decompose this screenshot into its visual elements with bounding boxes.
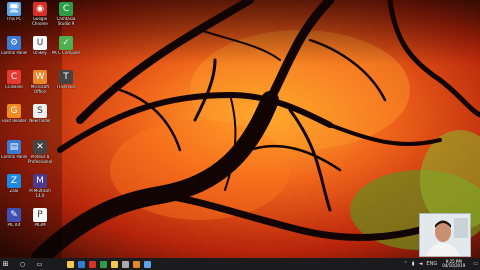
edge-icon [78, 260, 85, 268]
taskbar-app[interactable] [87, 258, 98, 270]
desktop-icon[interactable]: ▤ Control Panel [1, 140, 27, 170]
volume-icon[interactable]: ◄ [419, 261, 423, 267]
this-pc-icon: 🖥 [7, 2, 21, 16]
network-icon[interactable]: ▮ [412, 261, 415, 267]
tfservice-icon: T [59, 70, 73, 84]
person-icon [420, 214, 470, 256]
camtasia-icon: C [59, 2, 73, 16]
desktop-icon[interactable]: 🖥 This PC [1, 2, 27, 32]
taskbar-app[interactable] [131, 258, 142, 270]
multisim-icon: M [33, 174, 47, 188]
desktop-icon[interactable]: ✕ Proteus 8 Professional [27, 140, 53, 170]
taskbar-app[interactable] [98, 258, 109, 270]
desktop-icon[interactable]: ✓ PK C Compiler [51, 36, 81, 66]
notification-icon[interactable]: ▭ [473, 261, 478, 267]
chevron-up-icon[interactable]: ⌃ [404, 261, 408, 267]
unikey-icon: U [33, 36, 47, 50]
clock-date: 04/10/2019 [442, 263, 466, 268]
desktop-icon-label: TFService [56, 85, 76, 89]
zalo-icon: Z [7, 174, 21, 188]
desktop-icon[interactable]: G Foxit Reader [1, 104, 27, 134]
desktop-icon-label: Camtasia Studio 9 [56, 17, 76, 26]
taskbar-apps [65, 258, 153, 270]
pickit-icon: ✎ [7, 208, 21, 222]
desktop-icon[interactable]: C Camtasia Studio 9 [53, 2, 79, 32]
desktop-icons: 🖥 This PC ◉ Google Chrome C Camtasia Studio 9… [0, 0, 80, 258]
desktop-icon[interactable]: ◉ Google Chrome [27, 2, 53, 32]
webcam-overlay [419, 213, 471, 257]
desktop-icon-label: New folder [29, 119, 51, 123]
desktop-icon-label: M Multisim 14.0 [29, 189, 51, 198]
desktop-icon[interactable]: S New folder [27, 104, 53, 134]
desktop-icon[interactable]: C CCleaner [1, 70, 27, 100]
start-button[interactable]: ⊞ [0, 258, 11, 270]
desktop-icon[interactable]: Z Zalo [1, 174, 27, 204]
search-button[interactable]: ○ [17, 258, 28, 270]
taskbar: ⊞ ○ ▭ ⌃ ▮ ◄ ENG 9:25 PM 04/10/2019 ▭ [0, 258, 480, 270]
desktop-icon[interactable]: P PK3M [27, 208, 53, 238]
pk-c-compiler-icon: ✓ [59, 36, 73, 50]
taskbar-app[interactable] [142, 258, 153, 270]
office-icon: W [33, 70, 47, 84]
control-panel-icon: ⚙ [7, 36, 21, 50]
desktop-icon-label: PK3M [34, 223, 46, 227]
desktop-icon[interactable]: ⚙ Control Panel [1, 36, 27, 66]
explorer-icon [122, 260, 129, 268]
ccleaner-icon: C [7, 70, 21, 84]
chrome-icon: ◉ [33, 2, 47, 16]
new-folder-icon: S [33, 104, 47, 118]
file-explorer-icon [67, 260, 74, 268]
taskbar-app[interactable] [109, 258, 120, 270]
desktop-icon[interactable]: ✎ PIC Kit [1, 208, 27, 238]
clock[interactable]: 9:25 PM 04/10/2019 [442, 259, 466, 269]
task-view-button[interactable]: ▭ [34, 258, 45, 270]
desktop-icon-label: Proteus 8 Professional [27, 155, 53, 164]
desktop-icon[interactable]: W Microsoft Office [27, 70, 53, 100]
pk3m-icon: P [33, 208, 47, 222]
desktop-icon[interactable]: T TFService [53, 70, 79, 100]
proteus-icon: ✕ [33, 140, 47, 154]
taskbar-app[interactable] [76, 258, 87, 270]
folder-icon [111, 260, 118, 268]
language-indicator[interactable]: ENG [426, 261, 437, 267]
media-icon [133, 260, 140, 268]
control-panel-2-icon: ▤ [7, 140, 21, 154]
foxit-reader-icon: G [7, 104, 21, 118]
desktop-icon[interactable]: MM Multisim 14.0 [27, 174, 53, 204]
system-tray: ⌃ ▮ ◄ ENG 9:25 PM 04/10/2019 ▭ [402, 258, 480, 270]
taskbar-app[interactable] [120, 258, 131, 270]
camtasia-icon [100, 260, 107, 268]
chrome-icon [89, 260, 96, 268]
taskbar-app[interactable] [65, 258, 76, 270]
app-icon [144, 260, 151, 268]
desktop-icon-label: PK C Compiler [51, 51, 81, 55]
desktop-icon[interactable]: U Unikey [27, 36, 53, 66]
